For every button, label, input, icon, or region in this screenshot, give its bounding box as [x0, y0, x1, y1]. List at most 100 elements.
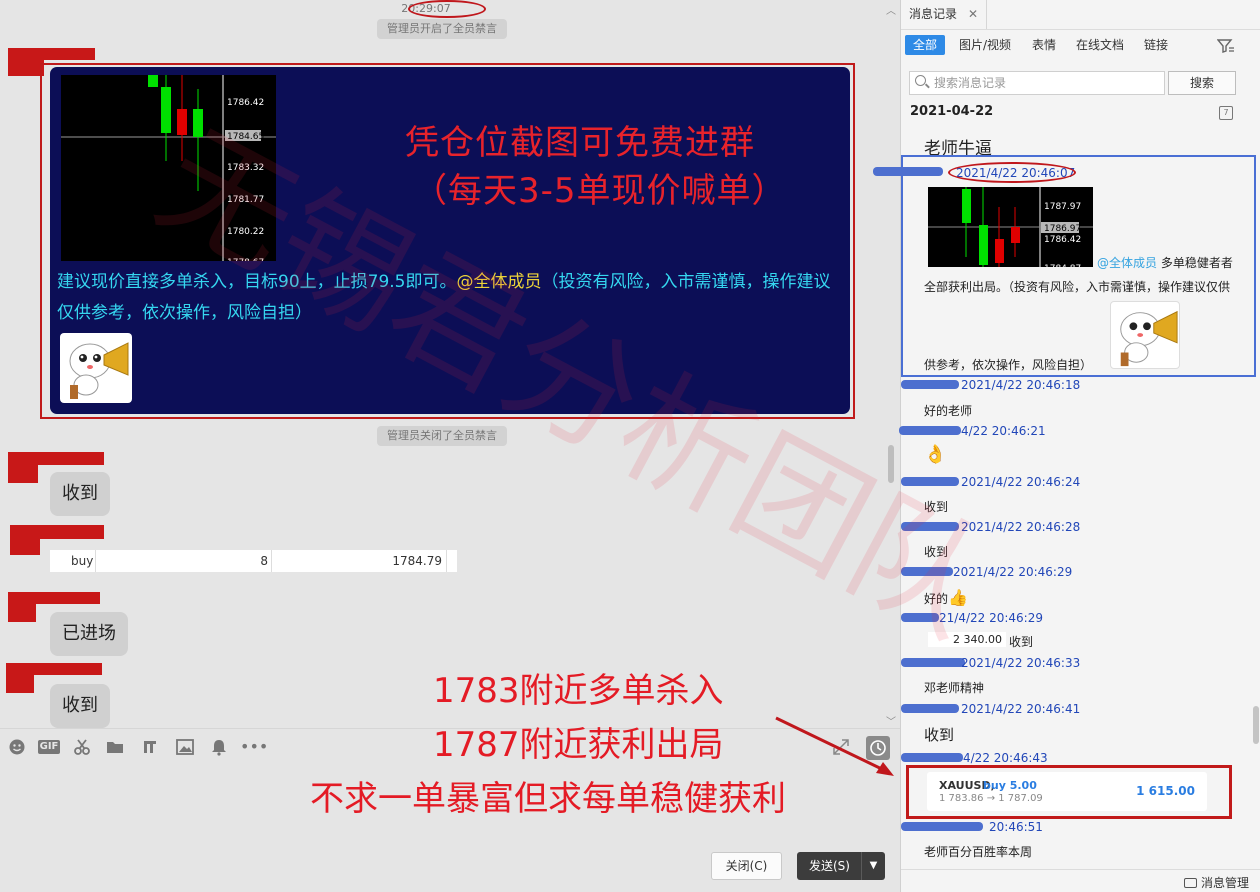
megaphone-cat-sticker[interactable]: [60, 333, 132, 403]
trade-position-row: buy 8 1784.79: [50, 550, 457, 572]
promo-headline-line1: 凭仓位截图可免费进群: [405, 123, 755, 163]
price-tick-label: 1781.77: [227, 195, 264, 205]
candle-body: [1011, 227, 1020, 243]
send-options-chevron-icon[interactable]: ▼: [861, 852, 885, 880]
collapse-up-icon[interactable]: ︿: [886, 2, 896, 17]
mention-all[interactable]: @全体成员: [1097, 256, 1157, 270]
redacted-sender: [8, 465, 38, 483]
redacted-sender: [8, 604, 36, 622]
message-bubble: 已进场: [50, 612, 128, 656]
filter-media[interactable]: 图片/视频: [959, 35, 1011, 55]
candlestick-screenshot[interactable]: 1786.42 1784.65 1783.32 1781.77 1780.22 1778.…: [61, 75, 276, 261]
price-tick-label: 1784.87: [1044, 264, 1081, 267]
filter-docs[interactable]: 在线文档: [1076, 35, 1124, 55]
post-body: 建议现价直接多单杀入，目标90上，止损79.5即可。@全体成员（投资有风险，入市…: [57, 267, 847, 329]
history-message: 邓老师精神: [924, 681, 985, 695]
message-timestamp: 4/22 20:46:21: [961, 424, 1046, 438]
promo-headline: 凭仓位截图可免费进群 （每天3-5单现价喊单）: [405, 119, 787, 215]
message-timestamp: 2021/4/22 20:46:33: [961, 656, 1081, 670]
mention-all[interactable]: @全体成员: [456, 272, 541, 292]
tab-title: 消息记录: [909, 7, 958, 21]
close-button[interactable]: 关闭(C): [711, 852, 782, 880]
search-input[interactable]: 搜索消息记录: [909, 71, 1165, 95]
megaphone-cat-sticker[interactable]: [1110, 301, 1180, 369]
scissors-icon[interactable]: [73, 738, 91, 756]
search-icon: [915, 75, 926, 86]
message-timestamp: 2021/4/22 20:46:24: [961, 475, 1081, 489]
gif-icon[interactable]: GIF: [38, 740, 60, 754]
column-divider: [271, 550, 272, 572]
system-notice-mute-off: 管理员关闭了全员禁言: [377, 426, 507, 446]
date-header: 2021-04-22: [910, 104, 994, 119]
redacted-sender: [6, 663, 102, 675]
redacted-sender: [899, 426, 961, 435]
trade-result-card[interactable]: XAUUSD, buy 5.00 1 783.86 → 1 787.09 1 6…: [927, 772, 1207, 811]
history-message: 收到: [1009, 635, 1034, 649]
price-tick-label: 1787.97: [1044, 202, 1081, 212]
redacted-sender: [8, 592, 100, 604]
trade-prices: 1 783.86 → 1 787.09: [939, 793, 1043, 804]
column-divider: [95, 550, 96, 572]
price-tick-label: 1784.65: [227, 132, 264, 142]
post-body-main: 建议现价直接多单杀入，目标90上，止损79.5即可。: [57, 272, 457, 292]
redacted-sender: [901, 522, 959, 531]
candle-body: [148, 75, 158, 87]
trade-price: 1784.79: [392, 554, 442, 568]
redacted-sender: [901, 753, 963, 762]
time-highlight-ring: [408, 0, 486, 18]
close-icon[interactable]: ✕: [968, 0, 978, 29]
candle-body: [979, 225, 988, 265]
candle-body: [177, 109, 187, 135]
candlestick-thumbnail[interactable]: 1787.97 1786.971786.42 1784.87: [928, 187, 1093, 267]
tab-message-history[interactable]: 消息记录 ✕: [901, 0, 987, 29]
redacted-sender: [8, 60, 44, 76]
history-message: 收到: [924, 545, 949, 559]
screen-capture-icon[interactable]: [141, 738, 159, 756]
history-message: @全体成员 多单稳健者者: [1097, 254, 1233, 271]
message-bubble: 收到: [50, 684, 110, 728]
filter-all[interactable]: 全部: [905, 35, 946, 55]
promo-line-1: 1783附近多单杀入: [433, 671, 724, 711]
message-bubble: 收到: [50, 472, 110, 516]
emoji-icon[interactable]: [8, 738, 26, 756]
message-timestamp: 2021/4/22 20:46:18: [961, 378, 1081, 392]
filter-stickers[interactable]: 表情: [1032, 35, 1056, 55]
pointer-arrow-icon: [775, 716, 894, 776]
redacted-sender: [8, 48, 95, 60]
chat-message-list[interactable]: 20:29:07 管理员开启了全员禁言 1786.42 1784.65 1783.3…: [0, 0, 900, 728]
history-message: 好的老师: [924, 404, 973, 418]
more-icon[interactable]: •••: [240, 738, 268, 756]
price-tick-label: 1783.32: [227, 163, 264, 173]
trade-side: buy: [71, 554, 94, 568]
price-tick-label: 1786.42: [227, 98, 264, 108]
filter-settings-icon[interactable]: [1216, 38, 1235, 58]
chat-scrollbar[interactable]: [888, 445, 894, 483]
send-button[interactable]: 发送(S) ▼: [797, 852, 885, 880]
panel-footer: 消息管理: [901, 869, 1260, 892]
candle-body: [161, 87, 171, 133]
trade-volume: 8: [260, 554, 268, 568]
redacted-sender: [873, 167, 943, 176]
message-timestamp: 4/22 20:46:43: [963, 751, 1048, 765]
redacted-sender: [901, 380, 959, 389]
ok-hand-emoji: 👌: [924, 444, 947, 465]
calendar-icon[interactable]: 7: [1219, 106, 1233, 120]
history-scrollbar[interactable]: [1253, 706, 1259, 744]
message-timestamp: 2021/4/22 20:46:41: [961, 702, 1081, 716]
redacted-sender: [901, 567, 953, 576]
filter-links[interactable]: 链接: [1144, 35, 1168, 55]
search-button[interactable]: 搜索: [1168, 71, 1236, 95]
message-manager-label: 消息管理: [1200, 876, 1249, 890]
message-manager-link[interactable]: 消息管理: [1183, 874, 1249, 891]
redacted-sender: [10, 525, 104, 539]
trade-side: buy 5.00: [983, 779, 1037, 792]
folder-icon[interactable]: [106, 738, 124, 756]
image-icon[interactable]: [176, 738, 194, 756]
history-message: 老师百分百胜率本周: [924, 845, 1033, 859]
redacted-sender: [8, 452, 104, 465]
history-message: 全部获利出局。（投资有风险，入市需谨慎，操作建议仅供: [924, 280, 1231, 294]
history-message: 供参考，依次操作，风险自担）: [924, 358, 1093, 372]
message-history-panel: 消息记录 ✕ 全部 图片/视频 表情 在线文档 链接 搜索消息记录 搜索 202…: [873, 0, 1260, 892]
bell-icon[interactable]: [210, 738, 228, 756]
signal-post-bubble: 1786.42 1784.65 1783.32 1781.77 1780.22 1778.…: [50, 67, 850, 414]
